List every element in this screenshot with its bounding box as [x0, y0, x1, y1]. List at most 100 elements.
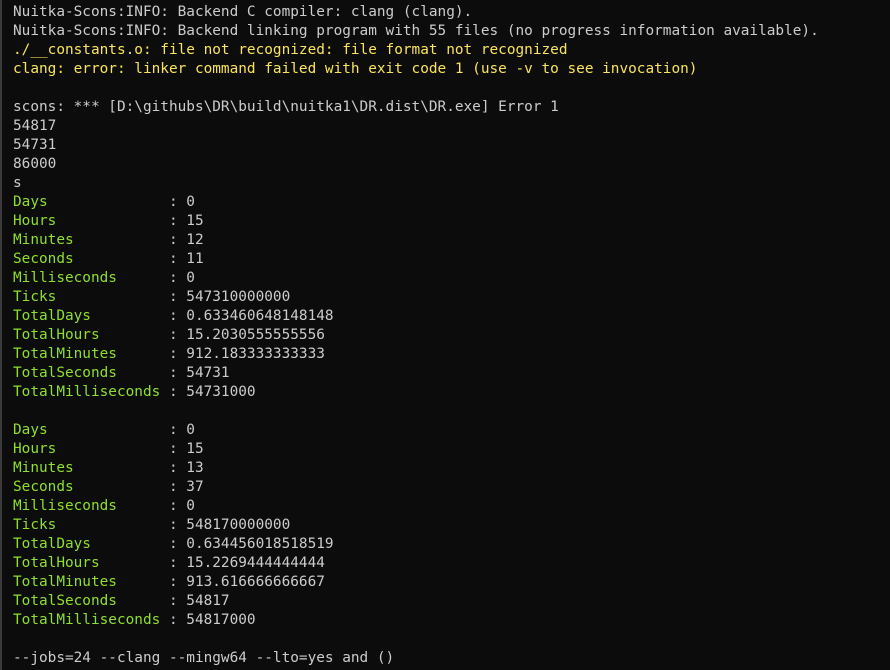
separator: : — [160, 593, 187, 609]
property-name: Days — [13, 194, 48, 210]
property-value: 13 — [186, 460, 204, 476]
timespan-row: Ticks : 547310000000 — [13, 288, 890, 307]
property-value: 547310000000 — [186, 289, 291, 305]
separator: : — [160, 441, 187, 457]
property-value: 54817000 — [186, 612, 256, 628]
property-name: TotalHours — [13, 327, 100, 343]
timespan-row: Seconds : 11 — [13, 250, 890, 269]
timespan-row: TotalMilliseconds : 54817000 — [13, 611, 890, 630]
log-line: 54817 — [13, 118, 57, 134]
log-line: scons: *** [D:\githubs\DR\build\nuitka1\… — [13, 99, 559, 115]
separator: : — [160, 479, 187, 495]
property-name: Milliseconds — [13, 498, 117, 514]
separator: : — [160, 289, 187, 305]
property-value: 0 — [186, 498, 195, 514]
property-value: 0 — [186, 194, 195, 210]
separator: : — [160, 327, 187, 343]
timespan-row: Days : 0 — [13, 193, 890, 212]
timespan-record: Days : 0 Hours : 15 Minutes : 13 Seconds : … — [13, 421, 890, 649]
separator: : — [160, 536, 187, 552]
separator: : — [160, 194, 187, 210]
timespan-row: TotalHours : 15.2030555555556 — [13, 326, 890, 345]
separator: : — [160, 612, 187, 628]
separator: : — [160, 555, 187, 571]
property-name: Ticks — [13, 517, 57, 533]
timespan-row: Seconds : 37 — [13, 478, 890, 497]
property-name: Minutes — [13, 232, 74, 248]
separator: : — [160, 232, 187, 248]
property-name: Ticks — [13, 289, 57, 305]
property-value: 12 — [186, 232, 204, 248]
property-value: 15 — [186, 441, 204, 457]
property-value: 54817 — [186, 593, 230, 609]
timespan-row: TotalDays : 0.634456018518519 — [13, 535, 890, 554]
timespan-row: Hours : 15 — [13, 212, 890, 231]
property-name: Milliseconds — [13, 270, 117, 286]
timespan-row: TotalSeconds : 54817 — [13, 592, 890, 611]
property-name: TotalMilliseconds — [13, 384, 161, 400]
separator: : — [160, 422, 187, 438]
property-name: TotalDays — [13, 308, 91, 324]
timespan-row: Minutes : 12 — [13, 231, 890, 250]
timespan-row: Milliseconds : 0 — [13, 497, 890, 516]
separator: : — [160, 308, 187, 324]
timespan-output: Days : 0 Hours : 15 Minutes : 12 Seconds : … — [13, 193, 890, 649]
property-name: Seconds — [13, 479, 74, 495]
separator: : — [160, 574, 187, 590]
property-name: Minutes — [13, 460, 74, 476]
timespan-row: Days : 0 — [13, 421, 890, 440]
terminal-output[interactable]: Nuitka-Scons:INFO: Backend C compiler: c… — [13, 0, 890, 668]
footer-line: --jobs=24 --clang --mingw64 --lto=yes an… — [13, 650, 395, 666]
separator: : — [160, 365, 187, 381]
log-line: Nuitka-Scons:INFO: Backend linking progr… — [13, 23, 819, 39]
property-name: TotalDays — [13, 536, 91, 552]
property-name: TotalHours — [13, 555, 100, 571]
separator: : — [160, 213, 187, 229]
timespan-row: TotalMilliseconds : 54731000 — [13, 383, 890, 402]
property-name: Seconds — [13, 251, 74, 267]
timespan-row: TotalSeconds : 54731 — [13, 364, 890, 383]
property-value: 0.634456018518519 — [186, 536, 334, 552]
property-value: 54731 — [186, 365, 230, 381]
property-name: TotalSeconds — [13, 365, 117, 381]
separator: : — [160, 460, 187, 476]
property-value: 0 — [186, 270, 195, 286]
property-name: Days — [13, 422, 48, 438]
log-line: 86000 — [13, 156, 57, 172]
property-name: Hours — [13, 441, 57, 457]
window-edge — [0, 0, 2, 670]
separator: : — [160, 270, 187, 286]
timespan-row: Milliseconds : 0 — [13, 269, 890, 288]
separator: : — [160, 517, 187, 533]
property-value: 15 — [186, 213, 204, 229]
property-name: TotalSeconds — [13, 593, 117, 609]
property-value: 0.633460648148148 — [186, 308, 334, 324]
timespan-row: TotalHours : 15.2269444444444 — [13, 554, 890, 573]
property-name: TotalMinutes — [13, 574, 117, 590]
property-value: 11 — [186, 251, 204, 267]
property-name: TotalMinutes — [13, 346, 117, 362]
error-line: ./__constants.o: file not recognized: fi… — [13, 42, 568, 58]
separator: : — [160, 346, 187, 362]
property-value: 0 — [186, 422, 195, 438]
separator: : — [160, 251, 187, 267]
separator: : — [160, 498, 187, 514]
timespan-row: TotalDays : 0.633460648148148 — [13, 307, 890, 326]
timespan-row: Ticks : 548170000000 — [13, 516, 890, 535]
log-line: Nuitka-Scons:INFO: Backend C compiler: c… — [13, 4, 473, 20]
separator: : — [160, 384, 187, 400]
property-value: 15.2269444444444 — [186, 555, 325, 571]
property-name: Hours — [13, 213, 57, 229]
property-value: 37 — [186, 479, 204, 495]
property-value: 54731000 — [186, 384, 256, 400]
property-name: TotalMilliseconds — [13, 612, 161, 628]
build-log: Nuitka-Scons:INFO: Backend C compiler: c… — [13, 3, 890, 193]
property-value: 548170000000 — [186, 517, 291, 533]
property-value: 15.2030555555556 — [186, 327, 325, 343]
property-value: 912.183333333333 — [186, 346, 325, 362]
timespan-row: Minutes : 13 — [13, 459, 890, 478]
log-line: s — [13, 175, 22, 191]
